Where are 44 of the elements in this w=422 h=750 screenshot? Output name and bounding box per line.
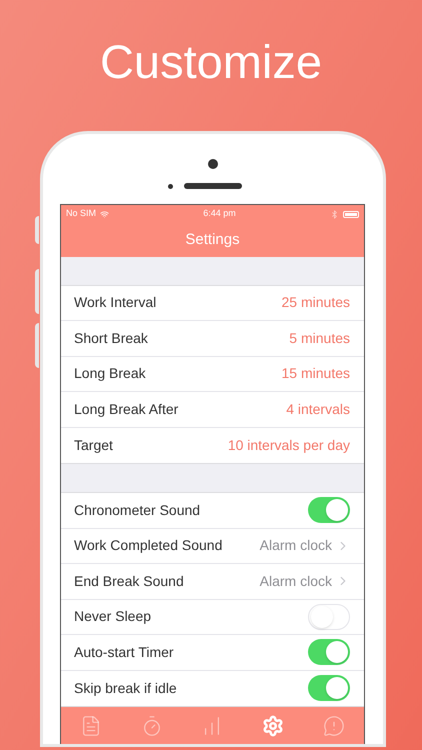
- setting-value: Alarm clock: [260, 536, 332, 556]
- speaker-icon: [184, 183, 242, 189]
- setting-value: Alarm clock: [260, 572, 332, 591]
- settings-row[interactable]: Long Break After 4 intervals: [61, 392, 364, 428]
- setting-label: Long Break: [74, 364, 146, 384]
- setting-value: 10 intervals per day: [228, 436, 350, 455]
- setting-label: End Break Sound: [74, 572, 184, 591]
- setting-label: Work Interval: [74, 293, 156, 312]
- settings-row[interactable]: End Break Sound Alarm clock: [61, 564, 364, 600]
- setting-label: Never Sleep: [74, 607, 152, 626]
- setting-label: Skip break if idle: [74, 678, 177, 698]
- setting-value: 5 minutes: [289, 328, 350, 348]
- settings-row[interactable]: Skip break if idle: [61, 670, 364, 706]
- status-time: 6:44 pm: [203, 207, 236, 220]
- settings-row[interactable]: Work Completed Sound Alarm clock: [61, 528, 364, 564]
- bluetooth-icon: [330, 210, 339, 218]
- headline: Customize: [100, 34, 322, 90]
- setting-label: Auto-start Timer: [74, 642, 174, 662]
- toggle-switch[interactable]: [308, 604, 350, 630]
- setting-value: 25 minutes: [282, 293, 350, 312]
- wifi-icon: [100, 210, 110, 218]
- setting-label: Work Completed Sound: [74, 536, 222, 556]
- settings-row[interactable]: Target 10 intervals per day: [61, 428, 364, 463]
- toggle-switch[interactable]: [308, 639, 350, 666]
- setting-label: Chronometer Sound: [74, 500, 200, 520]
- setting-value: 15 minutes: [282, 364, 350, 384]
- settings-icon: [262, 714, 284, 736]
- toggle-switch[interactable]: [308, 675, 350, 702]
- battery-icon: [342, 210, 359, 218]
- settings-row[interactable]: Never Sleep: [61, 600, 364, 635]
- carrier-label: No SIM: [66, 207, 96, 220]
- setting-label: Short Break: [74, 328, 148, 348]
- screen-title: Settings: [185, 230, 240, 250]
- settings-row[interactable]: Auto-start Timer: [61, 635, 364, 670]
- info-bubble-icon: [322, 714, 345, 736]
- settings-row[interactable]: Work Interval 25 minutes: [61, 286, 364, 321]
- setting-value: 4 intervals: [286, 400, 350, 419]
- settings-row[interactable]: Long Break 15 minutes: [61, 356, 364, 392]
- camera-icon: [208, 159, 218, 169]
- setting-label: Target: [74, 436, 113, 455]
- setting-label: Long Break After: [74, 400, 178, 419]
- settings-row[interactable]: Short Break 5 minutes: [61, 321, 364, 356]
- toggle-switch[interactable]: [308, 497, 350, 524]
- settings-row[interactable]: Chronometer Sound: [61, 493, 364, 528]
